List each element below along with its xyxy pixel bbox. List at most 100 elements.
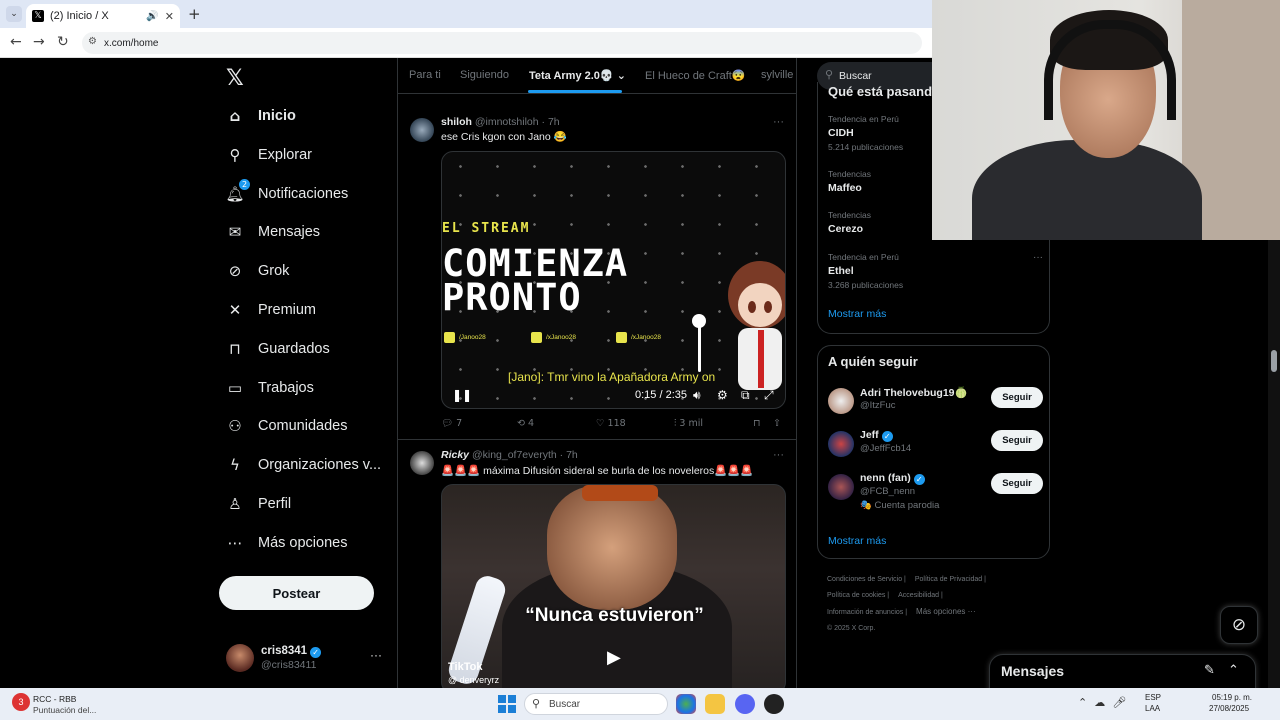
nav-item-premium[interactable]: ✕ Premium xyxy=(226,295,316,325)
obs-icon[interactable] xyxy=(764,694,784,714)
show-more-link[interactable]: Mostrar más xyxy=(828,308,886,320)
grok-button[interactable]: ⊘ xyxy=(1220,606,1258,644)
play-icon[interactable]: ▶ xyxy=(607,647,621,668)
twitter-icon xyxy=(444,332,455,343)
post-button[interactable]: Postear xyxy=(219,576,374,610)
nav-item-notificaciones[interactable]: 🔔︎ 2 Notificaciones xyxy=(225,179,348,209)
repost-count: 4 xyxy=(527,418,535,429)
forward-icon[interactable]: → xyxy=(33,34,45,50)
nav-label: Perfil xyxy=(258,496,292,512)
tab-sylville[interactable]: sylville xyxy=(761,69,793,81)
author-handle: @imnotshiloh xyxy=(474,116,539,128)
follow-button[interactable]: Seguir xyxy=(991,430,1043,451)
more-icon[interactable]: ··· xyxy=(773,449,784,461)
expand-up-icon[interactable]: ⌃ xyxy=(1228,663,1239,678)
suggestion-handle: @JeffFcb14 xyxy=(860,443,912,454)
avatar[interactable] xyxy=(410,118,434,142)
video-subtitle: [Jano]: Tmr vino la Apañadora Army on xyxy=(508,370,716,384)
clock-date[interactable]: 27/08/2025 xyxy=(1209,704,1249,713)
nav-item-trabajos[interactable]: ▭ Trabajos xyxy=(226,373,314,403)
nav-item-organizaciones[interactable]: ϟ Organizaciones v... xyxy=(226,450,381,480)
app-badge-icon[interactable]: 3 xyxy=(12,693,30,711)
nav-item-mensajes[interactable]: ✉ Mensajes xyxy=(226,217,320,247)
avatar[interactable] xyxy=(828,388,854,414)
footer-link[interactable]: Política de cookies | xyxy=(827,592,889,599)
follow-suggestion[interactable]: nenn (fan) ✓ @FCB_nenn 🎭 Cuenta parodia S… xyxy=(828,472,1043,520)
volume-icon[interactable]: 🔊︎ xyxy=(693,388,701,403)
footer-link[interactable]: Política de Privacidad | xyxy=(915,576,986,583)
more-icon[interactable]: ··· xyxy=(773,116,784,128)
like-button[interactable]: ♡ 118 xyxy=(596,418,626,429)
video-player[interactable]: EL STREAM COMIENZA PRONTO /Janoo28 /xJan… xyxy=(441,151,786,409)
windows-start-icon[interactable] xyxy=(498,695,516,713)
views-button[interactable]: ⫶ 3 mil xyxy=(674,418,703,429)
pause-icon[interactable]: ❚❚ xyxy=(452,388,472,402)
browser-tab[interactable]: 𝕏 (2) Inicio / X 🔊 ✕ xyxy=(26,4,180,28)
bookmark-icon[interactable]: ⊓ xyxy=(753,418,760,429)
tab-search-icon[interactable]: ⌄ xyxy=(6,6,22,22)
fullscreen-icon[interactable]: ⤢ xyxy=(764,388,774,403)
footer-link[interactable]: Más opciones ··· xyxy=(916,607,976,616)
new-message-icon[interactable]: ✎ xyxy=(1204,663,1215,678)
settings-icon[interactable]: ⚙ xyxy=(717,388,728,402)
trend-item[interactable]: Tendencia en Perú Ethel 3.268 publicacio… xyxy=(828,252,1043,290)
more-icon[interactable]: ··· xyxy=(370,648,382,662)
discord-icon[interactable] xyxy=(735,694,755,714)
scrollbar-thumb[interactable] xyxy=(1271,350,1277,372)
tweet[interactable]: Ricky @king_of7everyth · 7h ··· 🚨🚨🚨 máxi… xyxy=(398,441,796,688)
taskbar-app-title[interactable]: RCC - RBB xyxy=(33,694,76,704)
avatar[interactable] xyxy=(410,451,434,475)
follow-button[interactable]: Seguir xyxy=(991,387,1043,408)
follow-button[interactable]: Seguir xyxy=(991,473,1043,494)
tweet-author[interactable]: shiloh @imnotshiloh · 7h xyxy=(441,116,560,128)
nav-item-mas-opciones[interactable]: ⋯ Más opciones xyxy=(226,528,348,558)
avatar[interactable] xyxy=(226,644,254,672)
show-more-link[interactable]: Mostrar más xyxy=(828,535,886,547)
clock-time[interactable]: 05:19 p. m. xyxy=(1212,693,1252,702)
folder-icon[interactable] xyxy=(705,694,725,714)
share-icon[interactable]: ⇧ xyxy=(773,418,781,429)
taskbar-search[interactable]: ⚲ Buscar xyxy=(524,693,668,715)
x-logo-icon[interactable]: 𝕏 xyxy=(226,66,244,91)
nav-item-comunidades[interactable]: ⚇ Comunidades xyxy=(226,411,347,441)
repost-button[interactable]: ⟲ 4 xyxy=(517,418,534,429)
close-tab-icon[interactable]: ✕ xyxy=(165,10,174,23)
avatar[interactable] xyxy=(828,474,854,500)
system-tray-icons[interactable]: ⌃ ☁ 🎤︎ xyxy=(1078,696,1126,709)
address-bar[interactable]: ⚙ x.com/home xyxy=(82,32,922,54)
nav-label: Comunidades xyxy=(258,418,348,434)
tab-teta-army[interactable]: Teta Army 2.0💀 ⌄ xyxy=(529,69,626,82)
back-icon[interactable]: ← xyxy=(10,34,22,50)
footer-link[interactable]: Información de anuncios | xyxy=(827,609,907,616)
nav-item-inicio[interactable]: ⌂ Inicio xyxy=(226,101,296,131)
view-count: 3 mil xyxy=(679,418,704,429)
speaker-icon[interactable]: 🔊 xyxy=(146,11,158,22)
tab-hueco-de-craft[interactable]: El Hueco de Craft😨 xyxy=(645,69,746,82)
nav-item-perfil[interactable]: ♙ Perfil xyxy=(226,489,291,519)
more-icon[interactable]: ··· xyxy=(1033,252,1043,263)
reply-button[interactable]: 💬︎ 7 xyxy=(441,418,462,429)
video-player[interactable]: “Nunca estuvieron” TikTok @ denveryrz ▶ xyxy=(441,484,786,688)
tab-siguiendo[interactable]: Siguiendo xyxy=(460,69,509,81)
footer-link[interactable]: Accesibilidad | xyxy=(898,592,943,599)
chrome-icon[interactable] xyxy=(676,694,696,714)
reload-icon[interactable]: ↻ xyxy=(57,34,69,50)
nav-item-grok[interactable]: ⊘ Grok xyxy=(226,256,290,286)
account-name[interactable]: cris8341 ✓ xyxy=(261,645,322,658)
x-logo-icon: 𝕏 xyxy=(32,10,44,22)
volume-slider-handle[interactable] xyxy=(692,314,706,328)
site-info-icon[interactable]: ⚙ xyxy=(88,36,97,47)
pip-icon[interactable]: ⧉ xyxy=(741,388,750,403)
nav-item-explorar[interactable]: ⚲ Explorar xyxy=(226,140,313,170)
new-tab-button[interactable]: + xyxy=(188,5,201,23)
tweet[interactable]: shiloh @imnotshiloh · 7h ··· ese Cris kg… xyxy=(398,108,796,440)
keyboard-layout[interactable]: LAA xyxy=(1145,704,1160,713)
tweet-author[interactable]: Ricky @king_of7everyth · 7h xyxy=(441,449,578,461)
avatar[interactable] xyxy=(828,431,854,457)
footer-link[interactable]: Condiciones de Servicio | xyxy=(827,576,906,583)
nav-item-guardados[interactable]: ⊓ Guardados xyxy=(226,334,330,364)
tab-para-ti[interactable]: Para ti xyxy=(409,69,441,81)
language-indicator[interactable]: ESP xyxy=(1145,693,1161,702)
follow-suggestion[interactable]: Jeff ✓ @JeffFcb14 Seguir xyxy=(828,429,1043,469)
follow-suggestion[interactable]: Adri Thelovebug19🍈 @ItzFuc Seguir xyxy=(828,386,1043,426)
